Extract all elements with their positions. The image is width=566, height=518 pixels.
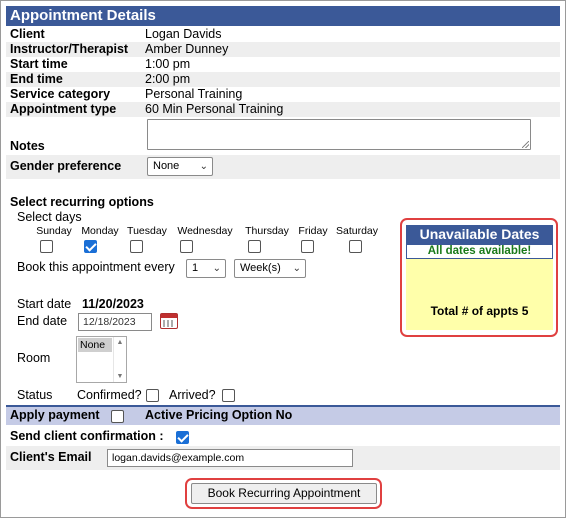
select-days-label: Select days (17, 210, 82, 224)
room-option-none[interactable]: None (78, 338, 112, 352)
recurring-options-title: Select recurring options (10, 195, 154, 209)
day-checkbox-friday[interactable] (301, 240, 314, 253)
detail-row-start-time: Start time 1:00 pm (6, 57, 560, 72)
gender-preference-value: None (153, 160, 180, 172)
end-date-label: End date (17, 314, 68, 328)
active-pricing-label: Active Pricing Option No (145, 408, 293, 422)
status-label: Status (17, 388, 53, 402)
appointment-type-label: Appointment type (10, 102, 117, 116)
detail-row-service-category: Service category Personal Training (6, 87, 560, 102)
chevron-down-icon: ⌄ (212, 263, 221, 274)
client-label: Client (10, 27, 45, 41)
day-label-wednesday: Wednesday (177, 225, 233, 237)
detail-row-end-time: End time 2:00 pm (6, 72, 560, 87)
detail-row-appointment-type: Appointment type 60 Min Personal Trainin… (6, 102, 560, 117)
appointment-details-panel: Appointment Details Client Logan Davids … (0, 0, 566, 518)
detail-row-client: Client Logan Davids (6, 27, 560, 42)
day-checkbox-tuesday[interactable] (130, 240, 143, 253)
scroll-down-icon[interactable]: ▼ (114, 373, 126, 380)
detail-row-instructor: Instructor/Therapist Amber Dunney (6, 42, 560, 57)
room-listbox[interactable]: None ▲ ▼ (76, 336, 127, 383)
service-category-value: Personal Training (145, 87, 243, 101)
day-checkbox-saturday[interactable] (349, 240, 362, 253)
unavailable-dates-panel: Unavailable Dates All dates available! T… (406, 225, 553, 330)
end-date-input[interactable]: 12/18/2023 (78, 313, 152, 331)
calendar-icon[interactable] (160, 313, 178, 329)
every-count-value: 1 (192, 262, 199, 274)
start-time-value: 1:00 pm (145, 57, 191, 71)
availability-message: All dates available! (406, 244, 553, 259)
total-appointments: Total # of appts 5 (430, 304, 529, 318)
client-email-label: Client's Email (10, 450, 92, 464)
appointment-type-value: 60 Min Personal Training (145, 102, 284, 116)
day-label-tuesday: Tuesday (127, 225, 167, 237)
client-email-input[interactable]: logan.davids@example.com (107, 449, 353, 467)
send-confirmation-label: Send client confirmation : (10, 429, 164, 443)
day-checkbox-sunday[interactable] (40, 240, 53, 253)
arrived-checkbox[interactable] (222, 389, 235, 402)
start-time-label: Start time (10, 57, 68, 71)
send-confirmation-checkbox[interactable] (176, 431, 189, 444)
client-value: Logan Davids (145, 27, 222, 41)
instructor-label: Instructor/Therapist (10, 42, 129, 56)
gender-preference-label: Gender preference (10, 159, 122, 173)
confirmed-label: Confirmed? (77, 388, 142, 402)
day-checkbox-wednesday[interactable] (180, 240, 193, 253)
gender-preference-row: Gender preference None ⌄ (6, 155, 560, 179)
payment-band: Apply payment Active Pricing Option No (6, 405, 560, 425)
listbox-scrollbar[interactable]: ▲ ▼ (113, 337, 126, 382)
end-time-value: 2:00 pm (145, 72, 191, 86)
arrived-label: Arrived? (169, 388, 216, 402)
every-unit-select[interactable]: Week(s) ⌄ (234, 259, 306, 278)
start-date-label: Start date (17, 297, 72, 311)
scroll-up-icon[interactable]: ▲ (114, 339, 126, 346)
apply-payment-label: Apply payment (10, 408, 100, 422)
every-count-select[interactable]: 1 ⌄ (186, 259, 226, 278)
resize-grip-icon[interactable] (522, 141, 529, 148)
notes-label: Notes (10, 139, 45, 153)
unavailable-dates-title: Unavailable Dates (406, 225, 553, 244)
apply-payment-checkbox[interactable] (111, 410, 124, 423)
room-label: Room (17, 351, 51, 365)
notes-row: Notes (6, 118, 560, 154)
day-checkbox-monday[interactable] (84, 240, 97, 253)
instructor-value: Amber Dunney (145, 42, 229, 56)
chevron-down-icon: ⌄ (199, 161, 208, 172)
start-date-value: 11/20/2023 (82, 297, 144, 311)
confirmed-checkbox[interactable] (146, 389, 159, 402)
end-time-label: End time (10, 72, 63, 86)
gender-preference-select[interactable]: None ⌄ (147, 157, 213, 176)
service-category-label: Service category (10, 87, 111, 101)
book-recurring-appointment-button[interactable]: Book Recurring Appointment (191, 483, 377, 504)
page-title: Appointment Details (6, 6, 560, 26)
every-unit-value: Week(s) (240, 262, 281, 274)
book-every-label: Book this appointment every (17, 260, 175, 274)
notes-textarea[interactable] (147, 119, 531, 150)
day-label-saturday: Saturday (335, 225, 379, 237)
chevron-down-icon: ⌄ (292, 263, 301, 274)
day-checkbox-thursday[interactable] (248, 240, 261, 253)
